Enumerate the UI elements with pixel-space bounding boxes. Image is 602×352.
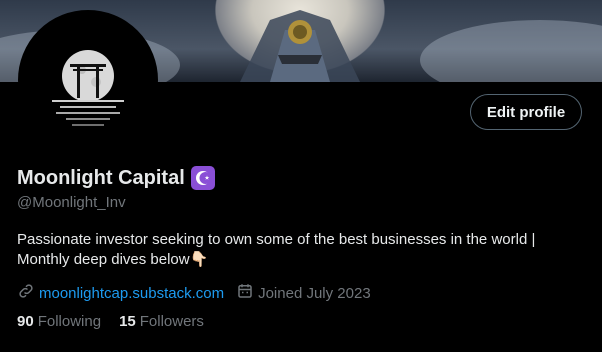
following-link[interactable]: 90 Following	[17, 313, 101, 330]
user-handle: @Moonlight_Inv	[17, 194, 126, 211]
following-count: 90	[17, 313, 34, 330]
name-row: Moonlight Capital	[17, 166, 215, 190]
edit-profile-button[interactable]: Edit profile	[470, 94, 582, 130]
avatar-moon-torii-image	[22, 14, 154, 146]
banner-cloud	[420, 20, 602, 82]
followers-label: Followers	[139, 313, 204, 330]
joined-date: Joined July 2023	[258, 284, 371, 302]
display-name: Moonlight Capital	[17, 166, 185, 189]
website-link[interactable]: moonlightcap.substack.com	[39, 285, 224, 302]
profile-bio: Passionate investor seeking to own some …	[17, 231, 536, 268]
star-and-crescent-icon	[190, 166, 215, 190]
followers-link[interactable]: 15 Followers	[119, 313, 204, 330]
joined-item: Joined July 2023	[236, 282, 371, 304]
avatar[interactable]	[18, 10, 158, 150]
calendar-icon	[236, 282, 254, 304]
following-label: Following	[37, 313, 102, 330]
banner-figure-illustration	[240, 10, 360, 82]
followers-count: 15	[119, 313, 136, 330]
link-icon	[17, 282, 35, 304]
website-item[interactable]: moonlightcap.substack.com	[17, 282, 224, 304]
profile-meta: moonlightcap.substack.com Joined July 20…	[17, 282, 383, 304]
follow-counts: 90 Following 15 Followers	[17, 313, 222, 330]
